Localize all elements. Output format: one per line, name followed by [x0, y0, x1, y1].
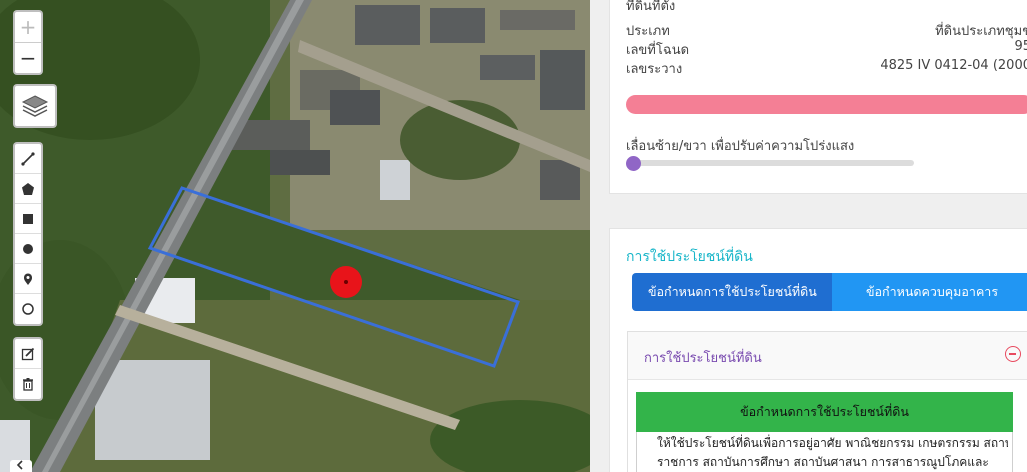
edit-toolbar: [13, 337, 43, 401]
info-value: 4825 IV 0412-04 (2000: [880, 58, 1027, 73]
accordion-title: การใช้ประโยชน์ที่ดิน: [644, 351, 762, 366]
opacity-label: เลื่อนซ้าย/ขวา เพื่อปรับค่าความโปร่งแสง: [626, 139, 855, 154]
app-root: + − ที่ดินที่ตั้ง ประเภท ที่ดินประเภทชุม…: [0, 0, 1027, 472]
trash-icon: [23, 378, 33, 391]
info-label: เลขระวาง: [626, 62, 683, 77]
circle-icon: [23, 243, 33, 254]
marker-icon: [24, 273, 32, 285]
edit-layers-button[interactable]: [15, 339, 41, 369]
info-panel: ที่ดินที่ตั้ง ประเภท ที่ดินประเภทชุมช เล…: [590, 0, 1027, 472]
info-label: ที่ดินที่ตั้ง: [626, 0, 676, 14]
rule-table-body: ให้ใช้ประโยชน์ที่ดินเพื่อการอยู่อาศัย พา…: [636, 432, 1013, 472]
draw-polyline-button[interactable]: [15, 144, 41, 174]
layers-icon: [21, 95, 49, 117]
zoom-control: + −: [13, 10, 43, 75]
parcel-info-card: ที่ดินที่ตั้ง ประเภท ที่ดินประเภทชุมช เล…: [609, 0, 1027, 194]
opacity-slider-handle[interactable]: [626, 156, 641, 171]
collapse-toggle[interactable]: [10, 460, 32, 472]
info-row-type: ประเภท ที่ดินประเภทชุมช: [626, 20, 1027, 39]
satellite-imagery: [0, 0, 590, 472]
info-row-location: ที่ดินที่ตั้ง: [626, 0, 1027, 14]
rule-line: ราชการ สถาบันการศึกษา สถาบันศาสนา การสาธ…: [657, 455, 989, 469]
edit-icon: [21, 347, 35, 360]
draw-polygon-button[interactable]: [15, 174, 41, 204]
draw-marker-button[interactable]: [15, 264, 41, 294]
draw-circlemarker-button[interactable]: [15, 294, 41, 324]
rule-line: ให้ใช้ประโยชน์ที่ดินเพื่อการอยู่อาศัย พา…: [657, 436, 1008, 450]
land-use-tabs: ข้อกำหนดการใช้ประโยชน์ที่ดิน ข้อกำหนดควบ…: [632, 273, 1027, 311]
land-use-card: การใช้ประโยชน์ที่ดิน ข้อกำหนดการใช้ประโย…: [609, 228, 1027, 472]
zoom-out-button[interactable]: −: [15, 43, 41, 73]
accordion-header[interactable]: การใช้ประโยชน์ที่ดิน: [628, 332, 1027, 380]
circle-marker-icon: [22, 303, 34, 315]
layers-button[interactable]: [13, 84, 57, 128]
map-view[interactable]: + −: [0, 0, 590, 472]
draw-rectangle-button[interactable]: [15, 204, 41, 234]
opacity-slider-track[interactable]: [630, 160, 914, 166]
info-label: ประเภท: [626, 24, 670, 39]
zoom-in-button[interactable]: +: [15, 12, 41, 42]
zone-color-bar: [626, 95, 1027, 114]
info-label: เลขที่โฉนด: [626, 43, 690, 58]
polygon-icon: [22, 182, 34, 195]
rule-table-header: ข้อกำหนดการใช้ประโยชน์ที่ดิน: [636, 392, 1013, 432]
land-use-accordion: การใช้ประโยชน์ที่ดิน ข้อกำหนดการใช้ประโย…: [627, 331, 1027, 472]
info-row-map-sheet: เลขระวาง 4825 IV 0412-04 (2000: [626, 58, 1027, 77]
draw-toolbar: [13, 142, 43, 326]
info-value: 95: [1014, 39, 1027, 54]
rectangle-icon: [23, 213, 33, 224]
arrow-icon: [16, 460, 23, 470]
land-use-title: การใช้ประโยชน์ที่ดิน: [626, 249, 753, 265]
draw-circle-button[interactable]: [15, 234, 41, 264]
polyline-icon: [21, 151, 35, 166]
tab-land-use-rules[interactable]: ข้อกำหนดการใช้ประโยชน์ที่ดิน: [632, 273, 832, 311]
delete-layers-button[interactable]: [15, 369, 41, 399]
tab-building-control[interactable]: ข้อกำหนดควบคุมอาคาร: [832, 273, 1027, 311]
collapse-minus-icon[interactable]: [1005, 346, 1021, 362]
info-row-deed-number: เลขที่โฉนด 95: [626, 39, 1027, 58]
info-value: ที่ดินประเภทชุมช: [935, 24, 1027, 39]
